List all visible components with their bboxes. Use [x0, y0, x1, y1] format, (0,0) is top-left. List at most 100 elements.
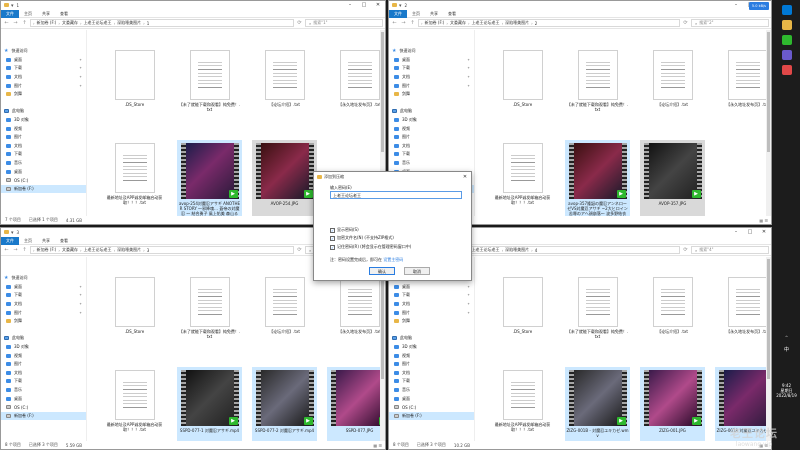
nav-item[interactable]: 桌面 ✦ [1, 283, 86, 292]
nav-item[interactable]: OS (C:) [389, 403, 474, 412]
ribbon-tab[interactable]: 查看 [55, 237, 73, 245]
quick-access-toolbar-icon[interactable]: ▾ [11, 3, 14, 9]
back-arrow-icon[interactable]: ← [3, 247, 10, 253]
ribbon-tab[interactable]: 主页 [19, 237, 37, 245]
ribbon-tab[interactable]: 文件 [1, 9, 19, 18]
password-input[interactable]: 上老王论坛老王 [330, 191, 462, 199]
nav-item[interactable]: 视频 [389, 351, 474, 360]
ribbon-tab[interactable]: 查看 [443, 10, 461, 18]
nav-item[interactable]: 下载 ✦ [389, 291, 474, 300]
quick-access-toolbar-icon[interactable]: ▾ [11, 230, 14, 236]
forward-arrow-icon[interactable]: → [400, 20, 407, 26]
nav-item[interactable]: 此电脑 [1, 107, 86, 116]
file-item[interactable]: 【论坛介绍】.txt [252, 274, 317, 355]
nav-item[interactable]: 此电脑 [389, 334, 474, 343]
nav-item[interactable]: 新加卷 (F:) [1, 411, 86, 421]
nav-item[interactable]: 下载 [1, 377, 86, 386]
nav-item[interactable]: 图片 ✦ [389, 81, 474, 90]
ribbon-tab[interactable]: 共享 [37, 10, 55, 18]
nav-item[interactable]: 下载 ✦ [1, 64, 86, 73]
nav-item[interactable]: 音乐 [389, 386, 474, 395]
breadcrumb-item[interactable]: 新加卷 (F:) [425, 20, 445, 26]
breadcrumb-item[interactable]: 上老王论坛老王 [472, 20, 500, 26]
scrollbar[interactable] [766, 257, 771, 441]
nav-item[interactable]: 文档 ✦ [389, 73, 474, 82]
minimize-icon[interactable]: – [729, 228, 743, 237]
breadcrumb-item[interactable]: 深陷唾美图片 [505, 247, 529, 253]
file-item[interactable]: 【论坛介绍】.txt [640, 47, 705, 128]
file-item[interactable]: ▶ avop-254対魔忍アサギ ANOTHER STORY ～邪降魂… 蒼帝の対… [177, 140, 242, 216]
nav-item[interactable]: 图片 [1, 133, 86, 142]
back-arrow-icon[interactable]: ← [391, 20, 398, 26]
address-bar[interactable]: › 新加卷 (F:) › 文委藏存 › 上老王论坛老王 › 深陷唾美图片 › 3 [30, 246, 294, 254]
file-item[interactable]: 【永久地址发布页】.txt [715, 47, 771, 128]
nav-item[interactable]: 文档 [389, 142, 474, 151]
file-item[interactable]: ▶ ZIZG-001B - 対魔忍ユキカゼ.wmv [565, 367, 630, 441]
nav-item[interactable]: 图片 [389, 133, 474, 142]
file-item[interactable]: .DS_Store [490, 47, 555, 128]
view-toggle-icon[interactable]: ▦ ☰ [373, 443, 382, 448]
breadcrumb-item[interactable]: 文委藏存 [450, 20, 466, 26]
search-box[interactable]: ⌕ 搜索"4" [691, 246, 769, 254]
ribbon-tab[interactable]: 文件 [389, 9, 407, 18]
breadcrumb-item[interactable]: 深陷唾美图片 [117, 247, 141, 253]
nav-item[interactable]: 视频 [1, 351, 86, 360]
file-item[interactable]: ▶ ZIZG-001.JPG [640, 367, 705, 441]
ribbon-tab[interactable]: 查看 [55, 10, 73, 18]
nav-item[interactable]: 桌面 [389, 394, 474, 403]
file-item[interactable]: 【未了就能下载和观看】纯免费！.txt [177, 47, 242, 128]
nav-item[interactable]: 新加卷 (F:) [389, 411, 474, 421]
nav-item[interactable]: 下载 [389, 377, 474, 386]
view-toggle-icon[interactable]: ▦ ☰ [759, 218, 768, 223]
nav-item[interactable]: 音乐 [389, 159, 474, 168]
file-item[interactable]: ▶ AVOP-254.JPG [252, 140, 317, 216]
file-item[interactable]: ▶ AVOP-357.JPG [640, 140, 705, 216]
nav-item[interactable]: 音乐 [1, 159, 86, 168]
nav-item[interactable]: 视频 [389, 124, 474, 133]
ok-button[interactable]: 确认 [369, 267, 395, 275]
file-item[interactable]: 最新地址及APP诚发邮箱启动获取！！！.txt [102, 367, 167, 441]
nav-item[interactable]: 图片 [1, 360, 86, 369]
remember-password-checkbox[interactable]: ✓ 记住密码(R) (将会显示在管理密码窗口中) [330, 244, 411, 250]
file-item[interactable]: 最新地址及APP诚发邮箱启动获取！！！.txt [490, 367, 555, 441]
back-arrow-icon[interactable]: ← [3, 20, 10, 26]
refresh-icon[interactable]: ⟳ [296, 247, 303, 253]
nav-item[interactable]: 桌面 ✦ [389, 283, 474, 292]
nav-item[interactable]: 音乐 [1, 386, 86, 395]
file-item[interactable]: 【未了就能下载和观看】纯免费！.txt [565, 47, 630, 128]
up-arrow-icon[interactable]: ↑ [409, 20, 416, 26]
file-item[interactable]: .DS_Store [102, 47, 167, 128]
nav-item[interactable]: 3D 对象 [1, 116, 86, 125]
file-item[interactable]: ▶ avop-357隆誕の魔忍アンネローゼVS対魔忍アサギ ~2大ヒロイン苦辱のア… [565, 140, 630, 216]
file-explorer-icon[interactable] [781, 20, 792, 30]
nav-item[interactable]: ★快速访问 [1, 47, 86, 56]
file-item[interactable]: 【未了就能下载和观看】纯免费！.txt [177, 274, 242, 355]
minimize-icon[interactable]: – [729, 1, 743, 10]
forward-arrow-icon[interactable]: → [12, 20, 19, 26]
wechat-icon[interactable] [781, 35, 792, 45]
nav-item[interactable]: 文档 ✦ [1, 300, 86, 309]
breadcrumb-item[interactable]: 2 [535, 21, 538, 26]
refresh-icon[interactable]: ⟳ [296, 20, 303, 26]
nav-item[interactable]: 图片 ✦ [1, 81, 86, 90]
breadcrumb-item[interactable]: 新加卷 (F:) [37, 20, 57, 26]
scrollbar[interactable] [380, 257, 385, 441]
ime-indicator[interactable]: 中 [773, 346, 800, 353]
close-icon[interactable]: ✕ [757, 228, 771, 237]
nav-item[interactable]: 文档 [389, 369, 474, 378]
file-item[interactable]: ▶ SSPD-077.JPG [327, 367, 385, 441]
nav-item[interactable]: ★快速访问 [389, 47, 474, 56]
show-password-checkbox[interactable]: ✓ 显示密码(S) [330, 227, 359, 233]
nav-item[interactable]: OS (C:) [1, 176, 86, 185]
nav-item[interactable]: 桌面 [1, 394, 86, 403]
nav-item[interactable]: 下载 ✦ [1, 291, 86, 300]
cancel-button[interactable]: 取消 [404, 267, 430, 275]
address-bar[interactable]: › 新加卷 (F:) › 文委藏存 › 上老王论坛老王 › 深陷唾美图片 › 2 [418, 19, 680, 27]
file-item[interactable]: .DS_Store [490, 274, 555, 355]
breadcrumb-item[interactable]: 上老王论坛老王 [84, 247, 112, 253]
quick-access-toolbar-icon[interactable]: ▾ [399, 3, 402, 9]
breadcrumb-item[interactable]: 3 [147, 248, 150, 253]
nav-item[interactable]: 图片 ✦ [1, 308, 86, 317]
ribbon-tab[interactable]: 共享 [425, 10, 443, 18]
search-box[interactable]: ⌕ 搜索"1" [305, 19, 383, 27]
